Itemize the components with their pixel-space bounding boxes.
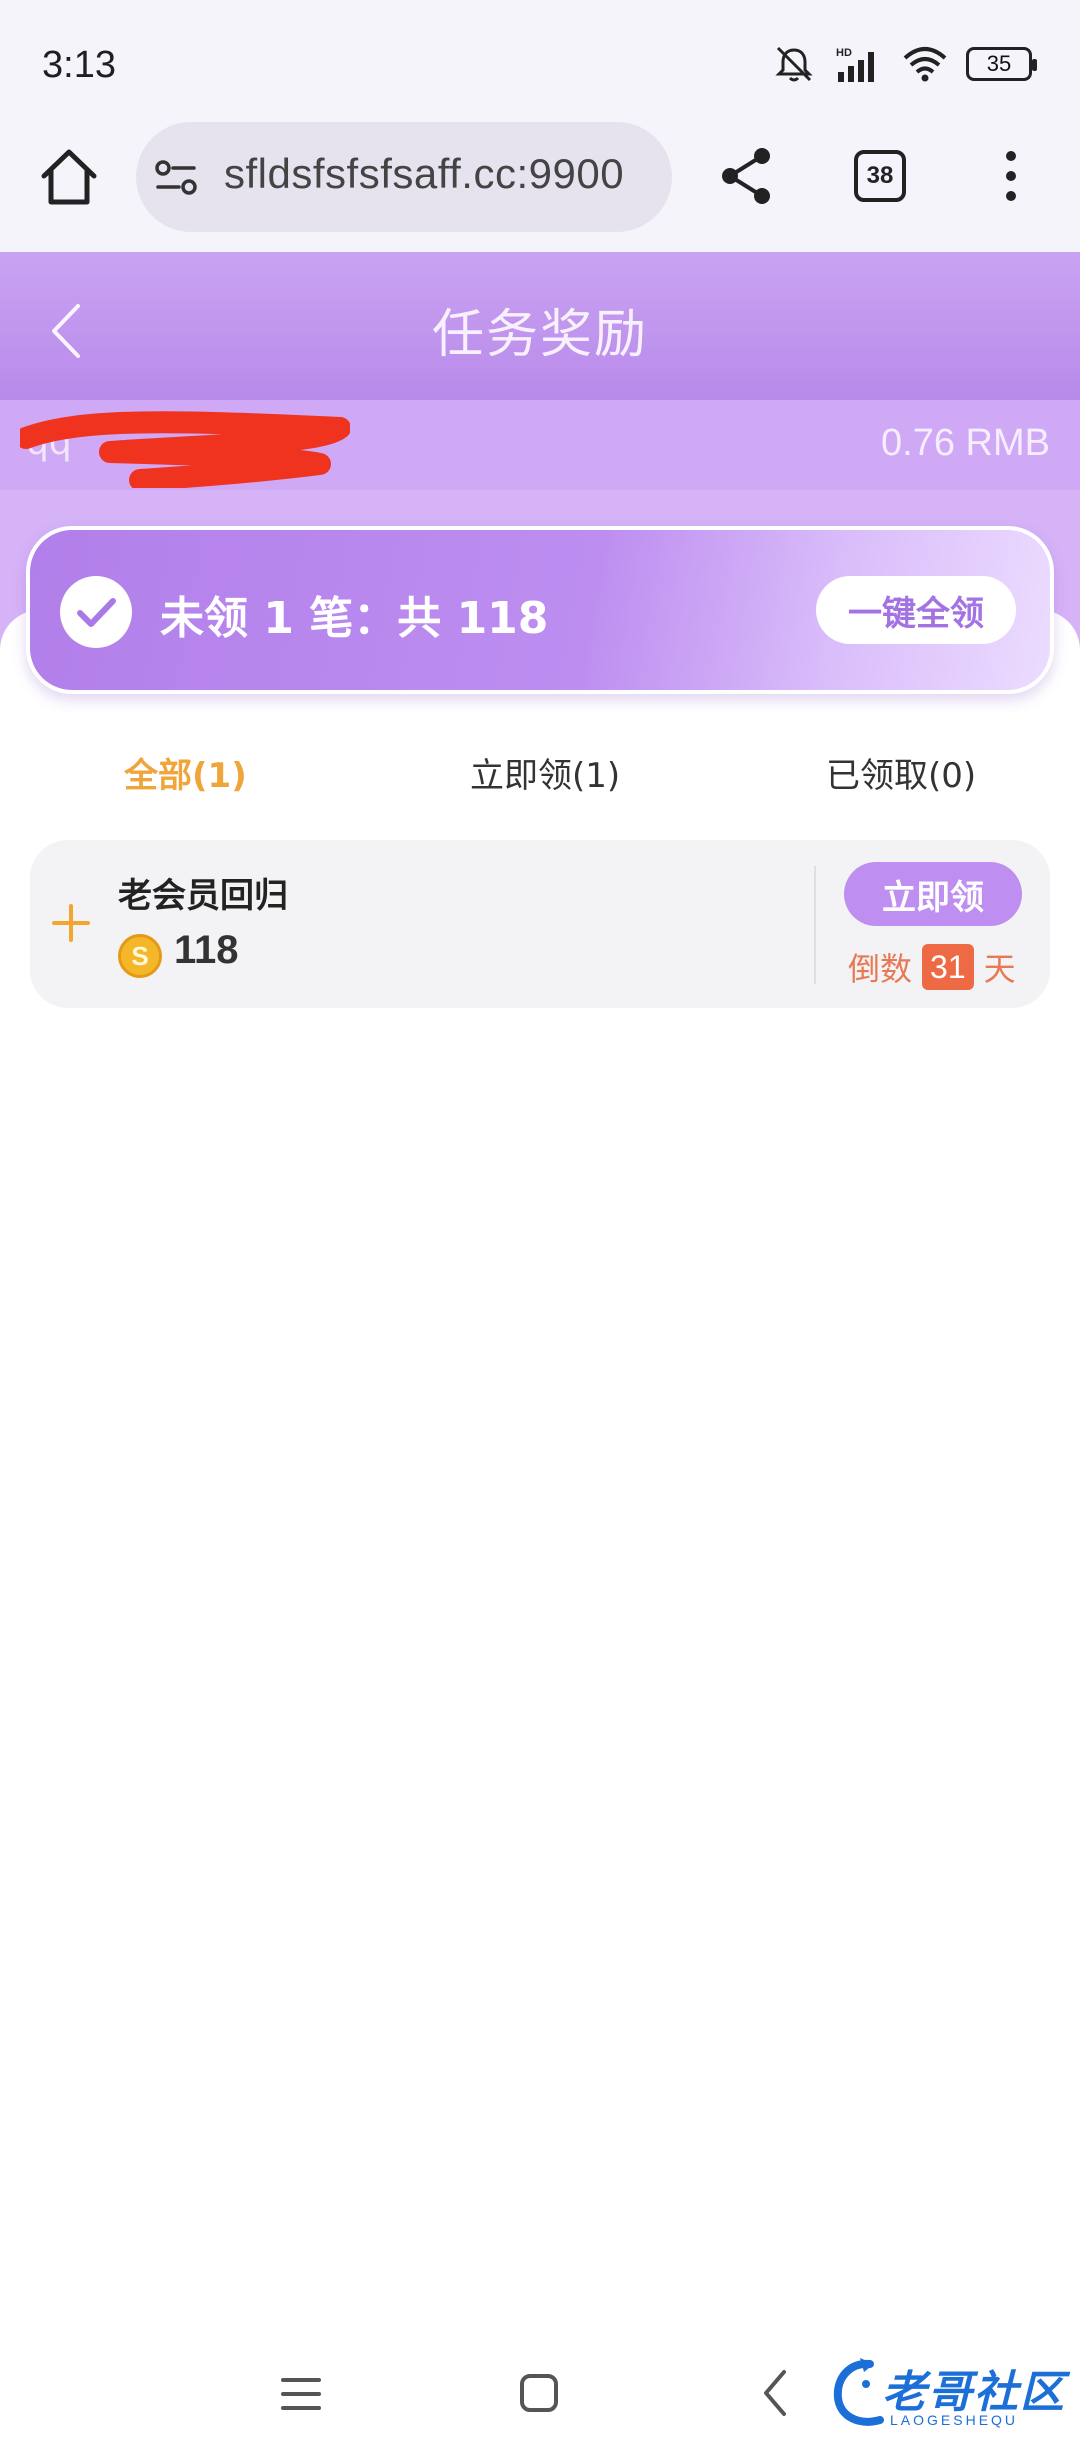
status-time: 3:13 [42, 44, 116, 86]
menu-icon[interactable] [280, 2374, 322, 2414]
wifi-icon [903, 47, 947, 82]
claim-all-button[interactable]: 一键全领 [816, 576, 1016, 644]
network-label: HD [836, 47, 852, 59]
task-divider [814, 866, 816, 984]
summary-card: 未领 1 笔：共 118 一键全领 [26, 526, 1054, 694]
tab-claim-now[interactable]: 立即领(1) [470, 748, 620, 797]
watermark-text: 老哥社区 [882, 2367, 1066, 2418]
redaction-mark [20, 411, 350, 488]
site-settings-icon[interactable] [154, 158, 200, 198]
task-name: 老会员回归 [118, 876, 288, 916]
tabs-count-button[interactable]: 38 [854, 150, 906, 202]
countdown: 倒数 31 天 [848, 944, 1016, 990]
signal-icon: HD [836, 47, 874, 82]
share-icon[interactable] [716, 144, 776, 208]
countdown-suffix: 天 [983, 950, 1016, 988]
page-title: 任务奖励 [431, 305, 648, 365]
url-text[interactable]: sfldsfsfsfsaff.cc:9900 [224, 150, 624, 198]
tab-claimed[interactable]: 已领取(0) [826, 748, 976, 797]
more-options-icon[interactable] [996, 146, 1026, 206]
plus-icon[interactable] [50, 902, 92, 944]
summary-text: 未领 1 笔：共 118 [160, 593, 549, 644]
task-amount: 118 [174, 928, 239, 972]
dragon-logo-icon [833, 2358, 884, 2426]
coin-icon: S [118, 934, 162, 978]
home-icon[interactable] [34, 142, 104, 212]
nav-back-icon[interactable] [760, 2368, 790, 2418]
account-strip: qq 0.76 RMB [0, 400, 1080, 490]
watermark-logo: 老哥社区 LAOGESHEQU [830, 2352, 1080, 2442]
status-bar: 3:13 HD 35 [0, 0, 1080, 120]
countdown-days: 31 [922, 944, 974, 990]
tab-all[interactable]: 全部(1) [124, 748, 247, 797]
claim-now-button[interactable]: 立即领 [844, 862, 1022, 926]
task-card: 老会员回归 S 118 立即领 倒数 31 天 [30, 840, 1050, 1008]
nav-home-icon[interactable] [518, 2372, 560, 2414]
page-header: 任务奖励 [0, 252, 1080, 400]
watermark-subtext: LAOGESHEQU [890, 2412, 1019, 2428]
check-circle [60, 576, 132, 648]
url-bar[interactable]: sfldsfsfsfsaff.cc:9900 [136, 122, 672, 232]
account-balance: 0.76 RMB [881, 422, 1050, 464]
battery-icon: 35 [966, 47, 1037, 81]
countdown-prefix: 倒数 [848, 950, 913, 988]
status-icons: HD 35 [772, 44, 1037, 84]
check-icon [77, 598, 116, 627]
browser-toolbar: sfldsfsfsfsaff.cc:9900 38 [0, 120, 1080, 252]
mute-bell-icon [775, 46, 813, 82]
